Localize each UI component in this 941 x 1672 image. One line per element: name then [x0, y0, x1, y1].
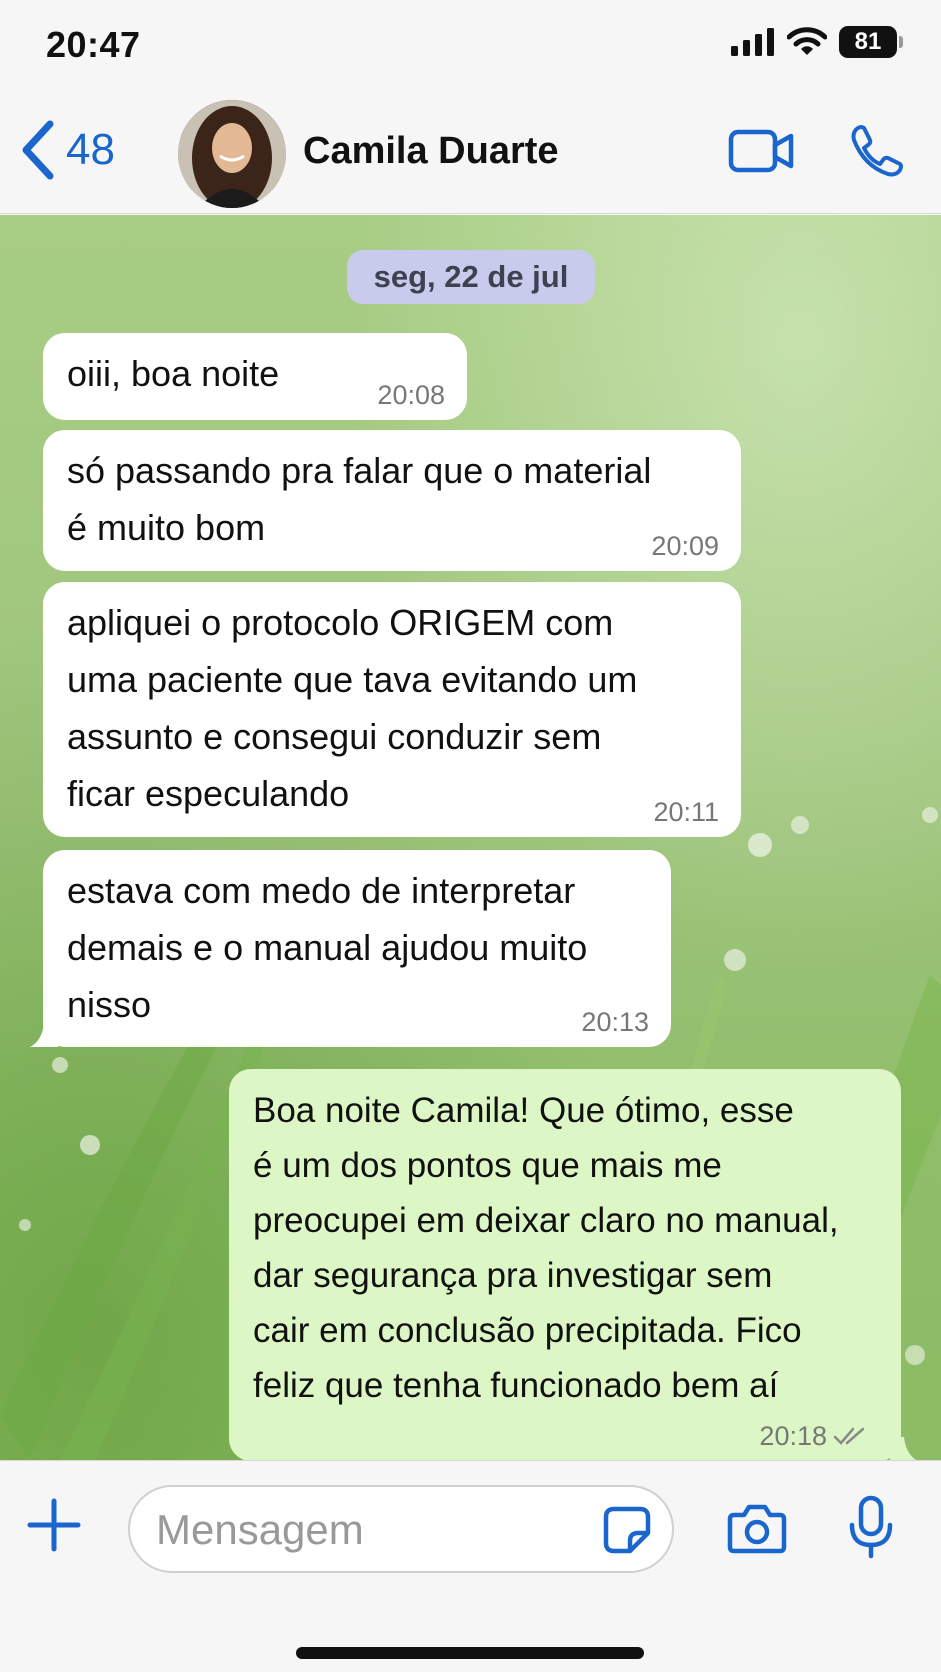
status-time: 20:47 [46, 24, 141, 65]
wifi-icon [787, 27, 827, 55]
message-text-line: preocupei em deixar claro no manual, [253, 1201, 839, 1240]
avatar-image [178, 100, 286, 208]
contact-name[interactable]: Camila Duarte [303, 130, 559, 173]
status-icons: 81 [731, 26, 903, 58]
camera-icon [727, 1504, 787, 1554]
attach-button[interactable] [26, 1497, 82, 1558]
video-camera-icon [728, 129, 794, 173]
home-indicator [296, 1647, 644, 1659]
message-time-status: 20:18 [759, 1421, 867, 1451]
message-bubble-incoming[interactable]: só passando pra falar que o material é m… [43, 430, 741, 571]
message-text-line: dar segurança pra investigar sem [253, 1256, 773, 1295]
status-bar: 20:47 81 [0, 0, 941, 90]
chat-header: 48 Camila Duarte [0, 90, 941, 214]
plus-icon [27, 1498, 81, 1552]
message-time: 20:09 [651, 531, 719, 561]
battery-level: 81 [854, 28, 882, 55]
sticker-icon [603, 1506, 651, 1554]
video-call-button[interactable] [728, 128, 794, 179]
message-text-line: ficar especulando [67, 773, 350, 814]
message-text-line: uma paciente que tava evitando um [67, 659, 638, 700]
message-bubble-incoming[interactable]: apliquei o protocolo ORIGEM com uma paci… [43, 582, 741, 837]
bubble-tail [890, 1437, 917, 1460]
message-text-line: feliz que tenha funcionado bem aí [253, 1366, 779, 1405]
chevron-left-icon [22, 120, 54, 180]
unread-count: 48 [66, 125, 115, 174]
double-check-icon [833, 1427, 865, 1445]
microphone-icon [849, 1495, 893, 1559]
bubble-tail [30, 1023, 58, 1047]
message-text-line: Boa noite Camila! Que ótimo, esse [253, 1091, 794, 1130]
sticker-button[interactable] [602, 1505, 652, 1560]
message-bubble-incoming[interactable]: oiii, boa noite 20:08 [43, 333, 467, 420]
message-text-line: é um dos pontos que mais me [253, 1146, 722, 1185]
message-time: 20:11 [653, 797, 719, 827]
message-bubble-outgoing[interactable]: Boa noite Camila! Que ótimo, esse é um d… [229, 1069, 901, 1460]
message-bubble-incoming[interactable]: estava com medo de interpretar demais e … [43, 850, 671, 1047]
message-time: 20:18 [759, 1421, 827, 1451]
message-text-line: assunto e consegui conduzir sem [67, 716, 602, 757]
phone-icon [851, 125, 903, 177]
message-text-line: apliquei o protocolo ORIGEM com [67, 602, 614, 643]
message-input[interactable] [156, 1501, 576, 1559]
message-text-line: é muito bom [67, 507, 266, 548]
date-separator: seg, 22 de jul [347, 250, 595, 304]
camera-button[interactable] [726, 1503, 788, 1560]
message-time: 20:13 [581, 1007, 649, 1037]
message-composer [0, 1460, 941, 1672]
message-text-line: demais e o manual ajudou muito [67, 927, 588, 968]
chat-area[interactable]: seg, 22 de jul oiii, boa noite 20:08 só … [0, 215, 941, 1460]
signal-icon [731, 28, 774, 56]
contact-avatar[interactable] [178, 100, 286, 208]
message-text-line: estava com medo de interpretar [67, 870, 576, 911]
back-button[interactable]: 48 [20, 120, 115, 180]
message-input-container[interactable] [128, 1485, 674, 1573]
message-text-line: nisso [67, 984, 152, 1025]
message-text-line: cair em conclusão precipitada. Fico [253, 1311, 802, 1350]
microphone-button[interactable] [848, 1495, 894, 1564]
message-text-line: só passando pra falar que o material [67, 450, 652, 491]
message-time: 20:08 [377, 380, 445, 410]
battery-icon: 81 [839, 26, 903, 58]
voice-call-button[interactable] [850, 124, 904, 183]
